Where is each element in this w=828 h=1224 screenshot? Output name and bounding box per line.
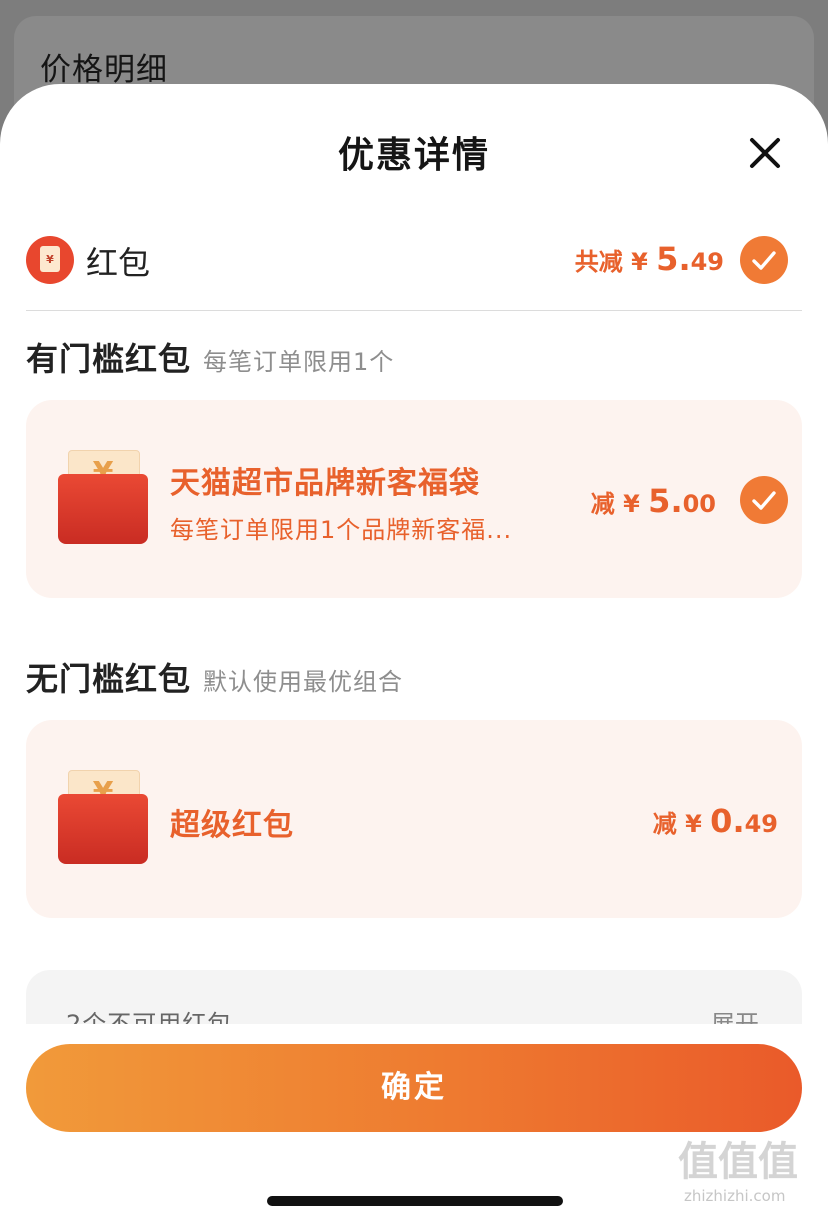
sheet-title: 优惠详情 [337,135,490,176]
threshold-section-header: 有门槛红包 每笔订单限用1个 [26,334,394,380]
red-packet-icon: ¥ [58,770,148,864]
close-button[interactable] [742,130,788,176]
section-subtitle: 默认使用最优组合 [203,668,404,696]
section-subtitle: 每笔订单限用1个 [203,348,395,376]
check-icon [752,491,776,510]
coupon-amount: 减 ¥ 0.49 [652,802,778,840]
check-icon [752,251,776,270]
coupon-card-super-red-packet[interactable]: ¥ 超级红包 减 ¥ 0.49 [26,720,802,918]
divider [26,310,802,311]
summary-check-button[interactable] [740,236,788,284]
coupon-desc: 每笔订单限用1个品牌新客福... [170,516,513,544]
watermark-url: zhizhizhi.com [684,1187,786,1205]
red-packet-icon: ¥ [58,450,148,544]
section-title: 无门槛红包 [26,660,192,698]
confirm-button[interactable]: 确定 [26,1044,802,1132]
coupon-title: 天猫超市品牌新客福袋 [170,466,480,501]
coupon-amount: 减 ¥ 5.00 [590,482,716,520]
price-detail-title: 价格明细 [40,52,168,88]
home-indicator[interactable] [267,1196,563,1206]
section-title: 有门槛红包 [26,340,192,378]
coupon-card-tmall-new-customer[interactable]: ¥ 天猫超市品牌新客福袋 每笔订单限用1个品牌新客福... 减 ¥ 5.00 [26,400,802,598]
summary-amount: 共减 ¥ 5.49 [574,240,724,278]
close-icon [750,138,780,168]
watermark-logo: 值值值 [678,1139,798,1185]
red-packet-icon: ¥ [26,236,74,284]
coupon-check-button[interactable] [740,476,788,524]
summary-label: 红包 [86,244,151,282]
coupon-title: 超级红包 [170,808,294,843]
watermark: 值值值 zhizhizhi.com [678,1138,824,1218]
red-packet-summary-row[interactable]: ¥ 红包 共减 ¥ 5.49 [26,230,802,310]
no-threshold-section-header: 无门槛红包 默认使用最优组合 [26,654,403,700]
